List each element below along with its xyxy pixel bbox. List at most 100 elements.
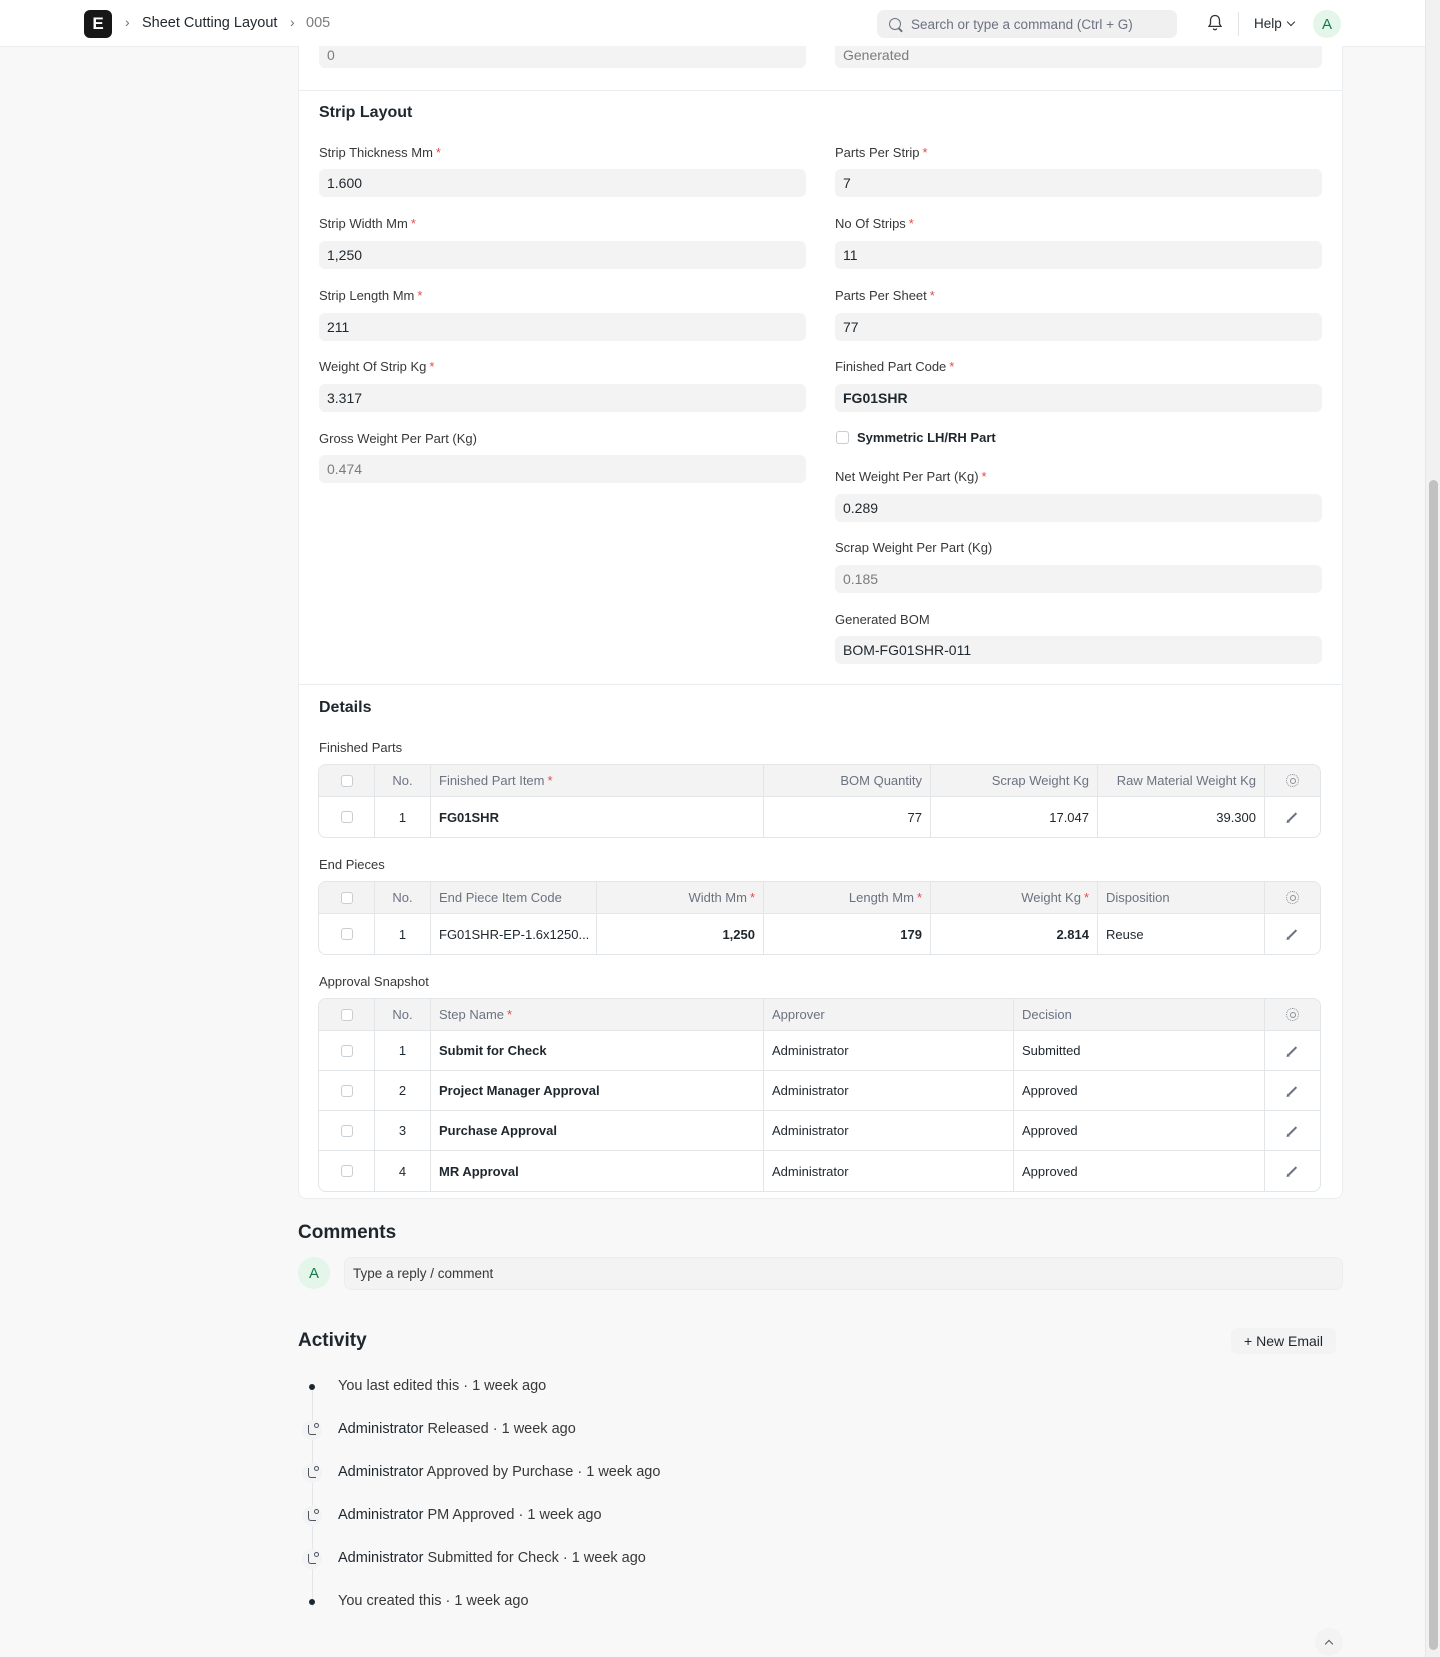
label-generated-bom: Generated BOM xyxy=(835,612,930,627)
select-all-checkbox[interactable] xyxy=(319,765,375,796)
strip-length-field[interactable]: 211 xyxy=(319,313,806,341)
gear-icon xyxy=(1286,891,1299,904)
row-checkbox[interactable] xyxy=(319,1111,375,1150)
row-disposition[interactable]: Reuse xyxy=(1098,914,1265,954)
table-row[interactable]: 1 FG01SHR 77 17.047 39.300 xyxy=(319,797,1320,837)
row-step-name[interactable]: Purchase Approval xyxy=(431,1111,764,1150)
branch-icon xyxy=(302,1506,322,1526)
partial-field-right[interactable]: Generated xyxy=(835,46,1322,68)
section-divider xyxy=(299,684,1342,685)
end-pieces-table: No. End Piece Item Code Width Mm * Length… xyxy=(318,881,1321,955)
row-approver[interactable]: Administrator xyxy=(764,1071,1014,1110)
branch-icon xyxy=(302,1420,322,1440)
table-settings-button[interactable] xyxy=(1265,882,1320,913)
select-all-checkbox[interactable] xyxy=(319,882,375,913)
new-email-button[interactable]: + New Email xyxy=(1231,1328,1336,1354)
row-edit-button[interactable] xyxy=(1265,914,1320,954)
col-disposition: Disposition xyxy=(1098,882,1265,913)
scroll-to-top-button[interactable] xyxy=(1315,1628,1343,1656)
col-finished-part-item: Finished Part Item * xyxy=(431,765,764,796)
label-parts-per-strip: Parts Per Strip * xyxy=(835,145,928,160)
table-settings-button[interactable] xyxy=(1265,999,1320,1030)
breadcrumb-sheet-cutting-layout[interactable]: Sheet Cutting Layout xyxy=(142,15,277,31)
table-settings-button[interactable] xyxy=(1265,765,1320,796)
col-end-piece-item-code: End Piece Item Code xyxy=(431,882,597,913)
row-checkbox[interactable] xyxy=(319,1031,375,1070)
scrollbar-thumb[interactable] xyxy=(1429,480,1438,1650)
row-approver[interactable]: Administrator xyxy=(764,1111,1014,1150)
table-row[interactable]: 4 MR Approval Administrator Approved xyxy=(319,1151,1320,1191)
parts-per-sheet-field[interactable]: 77 xyxy=(835,313,1322,341)
pencil-icon xyxy=(1287,1125,1298,1136)
row-edit-button[interactable] xyxy=(1265,1031,1320,1070)
symmetric-part-checkbox[interactable] xyxy=(836,431,849,444)
user-avatar[interactable]: A xyxy=(1313,10,1341,38)
pencil-icon xyxy=(1287,812,1298,822)
label-no-of-strips: No Of Strips * xyxy=(835,216,914,231)
col-raw-material-weight: Raw Material Weight Kg xyxy=(1098,765,1265,796)
parts-per-strip-field[interactable]: 7 xyxy=(835,169,1322,197)
row-decision[interactable]: Approved xyxy=(1014,1151,1265,1191)
row-edit-button[interactable] xyxy=(1265,1151,1320,1191)
search-input[interactable]: Search or type a command (Ctrl + G) xyxy=(877,10,1177,38)
chevron-down-icon xyxy=(1286,17,1296,27)
strip-width-field[interactable]: 1,250 xyxy=(319,241,806,269)
row-step-name[interactable]: Project Manager Approval xyxy=(431,1071,764,1110)
partial-field-left[interactable]: 0 xyxy=(319,46,806,68)
net-weight-field[interactable]: 0.289 xyxy=(835,494,1322,522)
table-row[interactable]: 1 Submit for Check Administrator Submitt… xyxy=(319,1031,1320,1071)
no-of-strips-field[interactable]: 11 xyxy=(835,241,1322,269)
approval-snapshot-table: No. Step Name * Approver Decision 1 Submi… xyxy=(318,998,1321,1192)
row-no: 1 xyxy=(375,1031,431,1070)
row-finished-part-item[interactable]: FG01SHR xyxy=(431,797,764,837)
weight-of-strip-field[interactable]: 3.317 xyxy=(319,384,806,412)
navbar: E › Sheet Cutting Layout › 005 Search or… xyxy=(0,0,1425,47)
gross-weight-field[interactable]: 0.474 xyxy=(319,455,806,483)
row-decision[interactable]: Submitted xyxy=(1014,1031,1265,1070)
table-row[interactable]: 1 FG01SHR-EP-1.6x1250... 1,250 179 2.814… xyxy=(319,914,1320,954)
app-logo[interactable]: E xyxy=(84,10,112,38)
scrap-weight-field[interactable]: 0.185 xyxy=(835,565,1322,593)
navbar-divider xyxy=(1238,12,1239,36)
row-no: 1 xyxy=(375,797,431,837)
activity-title: Activity xyxy=(298,1330,367,1351)
row-weight-kg[interactable]: 2.814 xyxy=(931,914,1098,954)
finished-part-code-link[interactable]: FG01SHR xyxy=(835,384,1322,412)
row-approver[interactable]: Administrator xyxy=(764,1031,1014,1070)
comment-input[interactable]: Type a reply / comment xyxy=(344,1257,1343,1290)
row-raw-material-weight[interactable]: 39.300 xyxy=(1098,797,1265,837)
table-row[interactable]: 3 Purchase Approval Administrator Approv… xyxy=(319,1111,1320,1151)
row-bom-quantity[interactable]: 77 xyxy=(764,797,931,837)
select-all-checkbox[interactable] xyxy=(319,999,375,1030)
help-menu[interactable]: Help xyxy=(1254,16,1296,31)
generated-bom-link[interactable]: BOM-FG01SHR-011 xyxy=(835,636,1322,664)
row-edit-button[interactable] xyxy=(1265,797,1320,837)
row-approver[interactable]: Administrator xyxy=(764,1151,1014,1191)
strip-thickness-field[interactable]: 1.600 xyxy=(319,169,806,197)
bell-icon[interactable] xyxy=(1207,14,1223,32)
chevron-right-icon: › xyxy=(125,14,130,30)
row-decision[interactable]: Approved xyxy=(1014,1071,1265,1110)
activity-item: Administrator Approved by Purchase · 1 w… xyxy=(338,1464,661,1480)
table-row[interactable]: 2 Project Manager Approval Administrator… xyxy=(319,1071,1320,1111)
row-decision[interactable]: Approved xyxy=(1014,1111,1265,1150)
row-length-mm[interactable]: 179 xyxy=(764,914,931,954)
row-checkbox[interactable] xyxy=(319,1151,375,1191)
row-checkbox[interactable] xyxy=(319,1071,375,1110)
activity-item: You last edited this · 1 week ago xyxy=(338,1378,547,1394)
branch-icon xyxy=(302,1549,322,1569)
symmetric-part-label: Symmetric LH/RH Part xyxy=(857,430,996,445)
row-scrap-weight[interactable]: 17.047 xyxy=(931,797,1098,837)
row-step-name[interactable]: Submit for Check xyxy=(431,1031,764,1070)
page-scrollbar[interactable] xyxy=(1425,0,1440,1657)
row-end-piece-item-code[interactable]: FG01SHR-EP-1.6x1250... xyxy=(431,914,597,954)
row-checkbox[interactable] xyxy=(319,797,375,837)
row-step-name[interactable]: MR Approval xyxy=(431,1151,764,1191)
row-edit-button[interactable] xyxy=(1265,1111,1320,1150)
activity-item: You created this · 1 week ago xyxy=(338,1593,529,1609)
table-header-row: No. Step Name * Approver Decision xyxy=(319,999,1320,1031)
row-checkbox[interactable] xyxy=(319,914,375,954)
row-width-mm[interactable]: 1,250 xyxy=(597,914,764,954)
row-edit-button[interactable] xyxy=(1265,1071,1320,1110)
label-strip-thickness: Strip Thickness Mm * xyxy=(319,145,441,160)
